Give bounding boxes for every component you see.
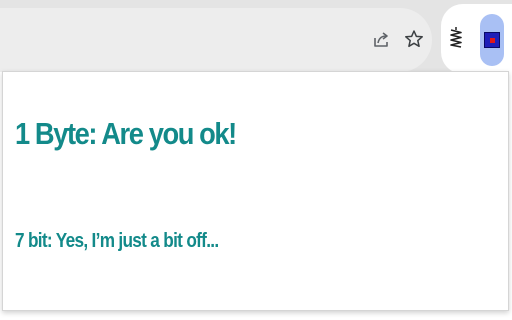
popup-title: 1 Byte: Are you ok! xyxy=(15,116,237,151)
bookmark-star-icon[interactable] xyxy=(403,28,425,50)
browser-toolbar xyxy=(0,0,512,74)
popup-subtitle: 7 bit: Yes, I’m just a bit off... xyxy=(15,230,219,252)
share-icon[interactable] xyxy=(370,28,392,50)
byte-extension-center xyxy=(489,37,495,43)
spring-extension-icon[interactable] xyxy=(448,26,464,50)
byte-extension-square xyxy=(484,32,500,48)
address-bar[interactable] xyxy=(0,8,432,72)
extension-popup: 1 Byte: Are you ok! 7 bit: Yes, I’m just… xyxy=(2,71,509,311)
byte-extension-icon[interactable] xyxy=(480,14,504,66)
